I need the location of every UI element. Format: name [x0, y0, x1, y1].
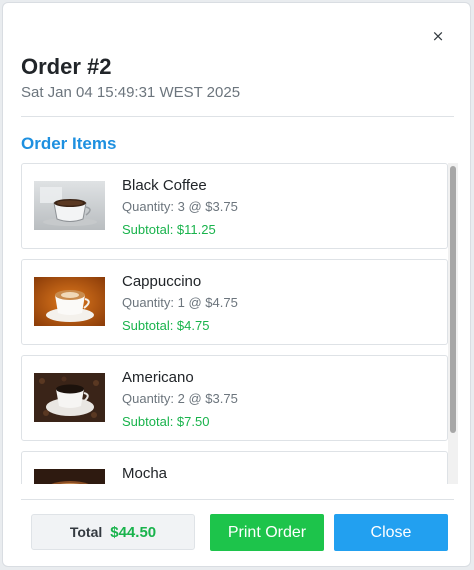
item-quantity: Quantity: 1 @ $4.75: [122, 295, 238, 310]
item-name: Americano: [122, 369, 194, 386]
item-quantity: Quantity: 3 @ $3.75: [122, 199, 238, 214]
order-items-list: Black Coffee Quantity: 3 @ $3.75 Subtota…: [21, 163, 448, 484]
print-order-button[interactable]: Print Order: [210, 514, 324, 551]
total-label: Total: [69, 524, 103, 540]
footer-divider: [21, 499, 454, 500]
cappuccino-image: [34, 277, 105, 326]
order-date: Sat Jan 04 15:49:31 WEST 2025: [21, 84, 241, 101]
order-item: Mocha: [21, 451, 448, 484]
item-name: Black Coffee: [122, 177, 207, 194]
order-total: Total $44.50: [31, 514, 195, 550]
item-name: Mocha: [122, 465, 168, 482]
order-item: Black Coffee Quantity: 3 @ $3.75 Subtota…: [21, 163, 448, 249]
item-subtotal: Subtotal: $11.25: [122, 222, 216, 237]
item-subtotal: Subtotal: $7.50: [122, 414, 210, 429]
americano-image: [34, 373, 105, 422]
close-icon[interactable]: ×: [429, 27, 447, 45]
item-quantity: Quantity: 2 @ $3.75: [122, 391, 238, 406]
mocha-image: [34, 469, 105, 484]
order-item: Cappuccino Quantity: 1 @ $4.75 Subtotal:…: [21, 259, 448, 345]
items-scrollbar[interactable]: [448, 163, 458, 484]
black-coffee-image: [34, 181, 105, 230]
order-items-scroll-area[interactable]: Black Coffee Quantity: 3 @ $3.75 Subtota…: [21, 163, 458, 484]
order-title: Order #2: [21, 54, 112, 79]
total-value: $44.50: [110, 523, 157, 541]
close-button[interactable]: Close: [334, 514, 448, 551]
order-item: Americano Quantity: 2 @ $3.75 Subtotal: …: [21, 355, 448, 441]
item-subtotal: Subtotal: $4.75: [122, 318, 210, 333]
item-name: Cappuccino: [122, 273, 202, 290]
order-items-heading: Order Items: [21, 134, 117, 153]
items-scrollbar-thumb[interactable]: [450, 166, 456, 433]
header-divider: [21, 116, 454, 117]
order-details-modal: × Order #2 Sat Jan 04 15:49:31 WEST 2025…: [2, 2, 471, 567]
